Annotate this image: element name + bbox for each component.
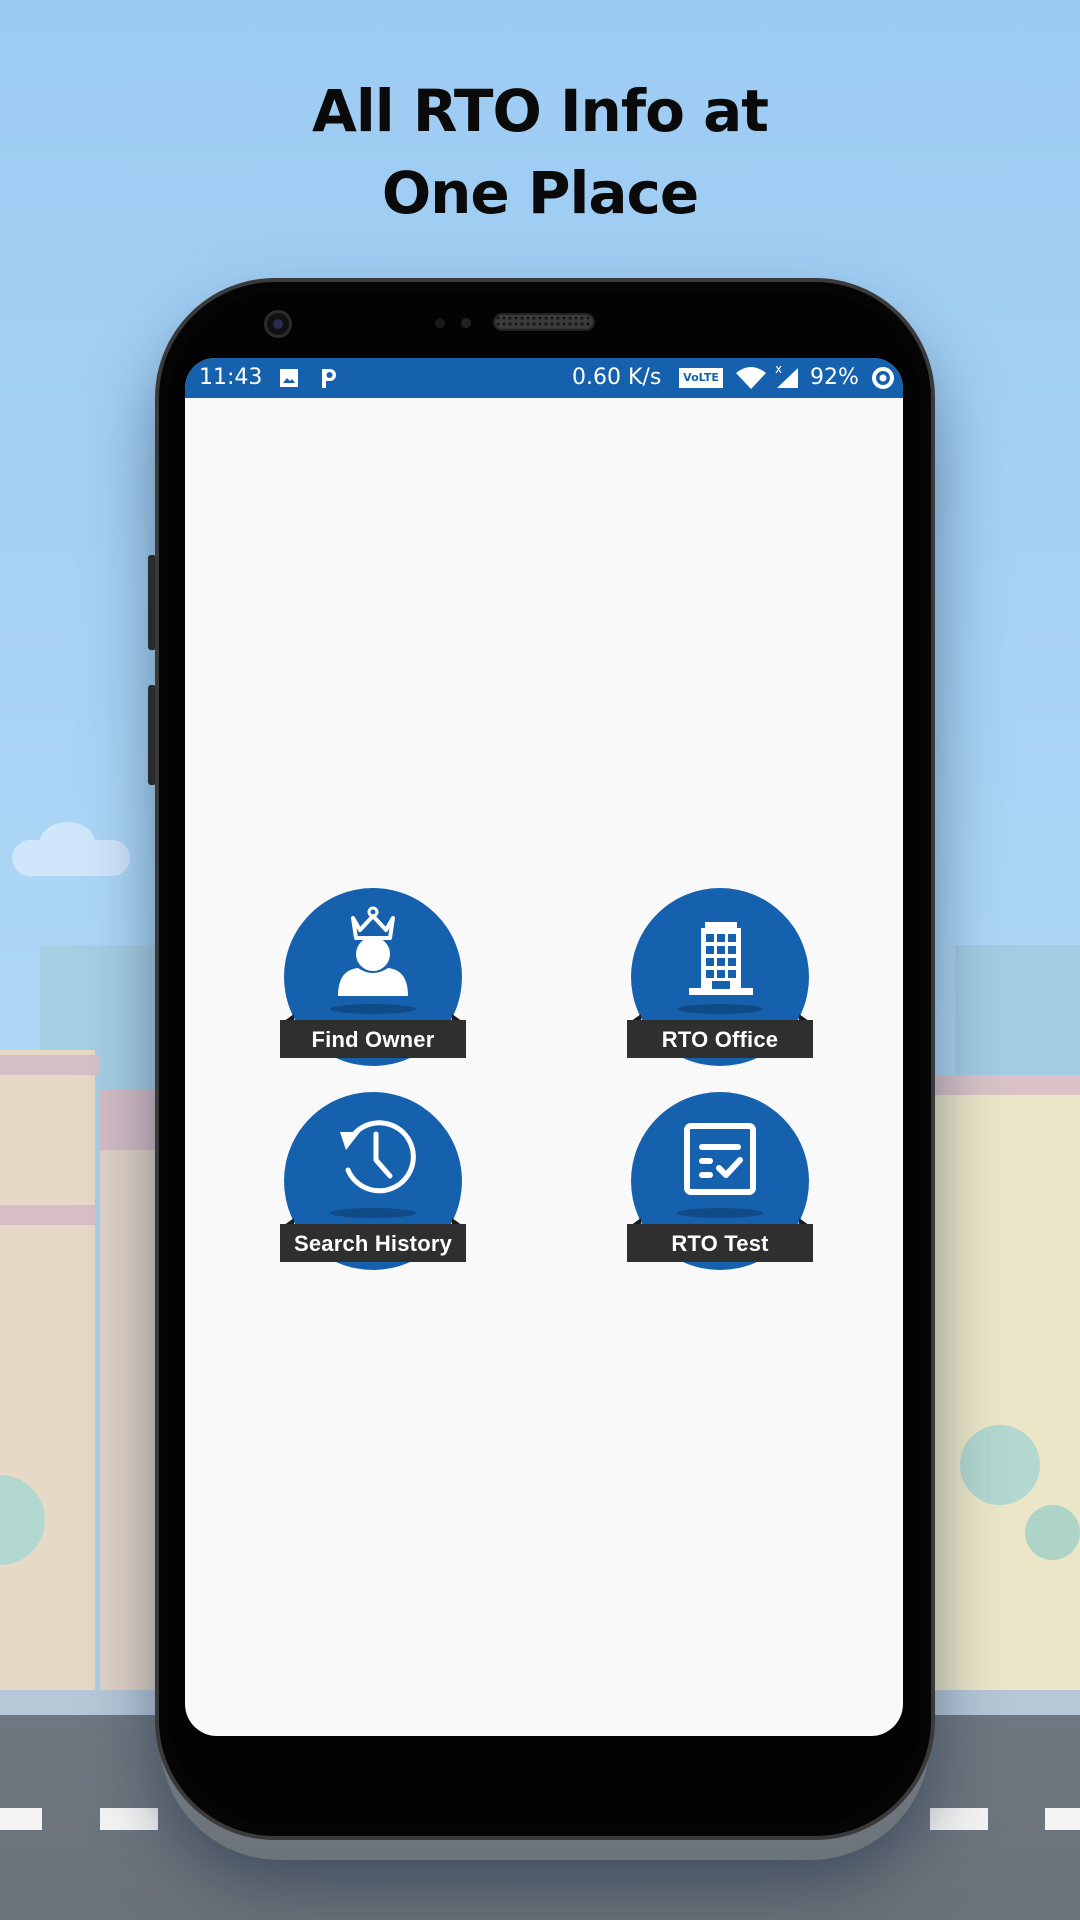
parking-p-icon [319, 366, 339, 397]
tree [1025, 1505, 1080, 1560]
search-history-label: Search History [280, 1224, 466, 1262]
promo-headline: All RTO Info at One Place [0, 70, 1080, 234]
roof [100, 1090, 155, 1150]
headline-line-1: All RTO Info at [312, 77, 769, 145]
app-screen: 11:43 0.60 K/s VoLTE x 92% Find Owner RT… [185, 358, 903, 1736]
road-marking [100, 1808, 158, 1830]
proximity-sensor [435, 318, 445, 328]
find-owner-label: Find Owner [280, 1020, 466, 1058]
signal-icon [775, 367, 799, 396]
rto-office-button[interactable]: RTO Office [627, 888, 813, 1066]
office-building-icon [689, 922, 753, 995]
status-bar: 11:43 0.60 K/s VoLTE x 92% [185, 358, 903, 398]
crowned-user-icon [338, 906, 408, 996]
find-owner-button[interactable]: Find Owner [280, 888, 466, 1066]
road-marking [0, 1808, 42, 1830]
volte-label: VoLTE [683, 371, 719, 384]
rto-test-label: RTO Test [627, 1224, 813, 1262]
road-marking [930, 1808, 988, 1830]
headline-line-2: One Place [381, 159, 699, 227]
cloud [40, 822, 95, 862]
building-roof [935, 1075, 1080, 1095]
battery-percent: 92% [810, 365, 859, 390]
history-clock-icon [340, 1120, 416, 1194]
earpiece-speaker [493, 313, 595, 331]
battery-ring-icon [871, 366, 895, 397]
wifi-icon [735, 367, 767, 396]
image-icon [279, 368, 299, 395]
building-roof [0, 1205, 95, 1225]
building-roof [0, 1055, 100, 1075]
building [935, 1075, 1080, 1705]
front-camera [264, 310, 292, 338]
tree [960, 1425, 1040, 1505]
building [100, 1090, 155, 1700]
rto-test-button[interactable]: RTO Test [627, 1092, 813, 1270]
building [0, 1050, 95, 1700]
search-history-button[interactable]: Search History [280, 1092, 466, 1270]
light-sensor [461, 318, 471, 328]
status-time: 11:43 [199, 365, 263, 390]
network-speed: 0.60 K/s [572, 365, 662, 390]
volte-icon: VoLTE [679, 368, 723, 388]
rto-office-label: RTO Office [627, 1020, 813, 1058]
road-marking [1045, 1808, 1080, 1830]
checklist-icon [684, 1123, 756, 1195]
